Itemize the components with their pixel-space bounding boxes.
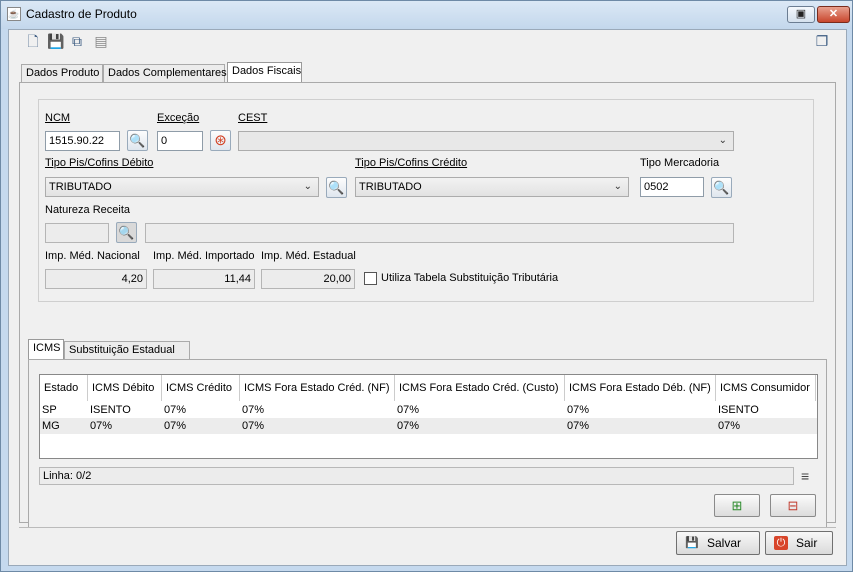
search-icon: 🔍 (713, 180, 730, 195)
client-area: 🗋 💾 ⧉ ▤ ❐ Dados Produto Dados Complement… (8, 29, 847, 566)
exit-button-label: Sair (796, 536, 818, 550)
notes-icon[interactable]: ▤ (93, 33, 109, 49)
column-header-fora-estado-deb-nf[interactable]: ICMS Fora Estado Déb. (NF) (565, 375, 716, 401)
table-row[interactable]: MG 07% 07% 07% 07% 07% 07% (40, 418, 817, 434)
chevron-down-icon: ⌄ (303, 181, 312, 192)
tab-dados-complementares[interactable]: Dados Complementares (103, 64, 227, 82)
close-icon: ✕ (828, 8, 839, 20)
cest-label: CEST (238, 112, 268, 124)
substituicao-label: Utiliza Tabela Substituição Tributária (381, 272, 559, 284)
lifebuoy-icon: ⊛ (214, 132, 227, 149)
window-title: Cadastro de Produto (26, 7, 137, 21)
remove-row-icon: ⊟ (787, 498, 799, 513)
tipo-mercadoria-input[interactable]: 0502 (640, 177, 704, 197)
column-header-icms-credito[interactable]: ICMS Crédito (162, 375, 240, 401)
table-cell: 07% (164, 420, 187, 432)
row-status: Linha: 0/2 (39, 467, 794, 485)
excecao-input[interactable]: 0 (157, 131, 203, 151)
pis-credito-select[interactable]: TRIBUTADO ⌄ (355, 177, 629, 197)
restore-icon: ▣ (795, 8, 807, 20)
pis-credito-label: Tipo Pis/Cofins Crédito (355, 157, 468, 169)
excecao-label: Exceção (157, 112, 200, 124)
tab-icms[interactable]: ICMS (28, 339, 64, 360)
table-cell: 07% (567, 404, 590, 416)
column-header-fora-estado-cred-custo[interactable]: ICMS Fora Estado Créd. (Custo) (395, 375, 565, 401)
tipo-mercadoria-search-button[interactable]: 🔍 (711, 177, 732, 198)
natureza-receita-description-input[interactable] (145, 223, 734, 243)
save-icon[interactable]: 💾 (47, 33, 64, 49)
imp-estadual-input[interactable]: 20,00 (261, 269, 355, 289)
ncm-search-button[interactable]: 🔍 (127, 130, 148, 151)
restore-button[interactable]: ▣ (787, 6, 815, 23)
column-header-fora-estado-cred-nf[interactable]: ICMS Fora Estado Créd. (NF) (240, 375, 395, 401)
chevron-down-icon: ⌄ (613, 181, 622, 192)
table-cell: 07% (90, 420, 113, 432)
column-header-estado[interactable]: Estado (40, 375, 88, 401)
tab-dados-produto[interactable]: Dados Produto (21, 64, 103, 82)
close-button[interactable]: ✕ (817, 6, 850, 23)
chevron-down-icon: ⌄ (718, 135, 727, 146)
natureza-receita-code-input[interactable] (45, 223, 109, 243)
column-header-icms-debito[interactable]: ICMS Débito (88, 375, 162, 401)
dados-fiscais-panel: NCM Exceção CEST 1515.90.22 🔍 0 ⊛ ⌄ Tipo… (19, 82, 836, 528)
table-cell: 07% (164, 404, 187, 416)
window-cascade-icon[interactable]: ❐ (814, 33, 830, 49)
add-row-icon: ⊞ (731, 498, 743, 513)
icms-panel: Estado ICMS Débito ICMS Crédito ICMS For… (28, 359, 827, 528)
pis-credito-value: TRIBUTADO (359, 181, 422, 193)
table-cell: ISENTO (718, 404, 759, 416)
main-window: ☕ Cadastro de Produto ▣ ✕ 🗋 💾 ⧉ ▤ ❐ Dado… (0, 0, 853, 572)
icms-table[interactable]: Estado ICMS Débito ICMS Crédito ICMS For… (39, 374, 818, 459)
column-header-icms-consumidor[interactable]: ICMS Consumidor (716, 375, 816, 401)
save-icon: 💾 (685, 537, 699, 549)
table-cell: SP (42, 404, 57, 416)
add-row-button[interactable]: ⊞ (714, 494, 760, 517)
pis-debito-search-button[interactable]: 🔍 (326, 177, 347, 198)
fiscal-fields-group: NCM Exceção CEST 1515.90.22 🔍 0 ⊛ ⌄ Tipo… (38, 99, 814, 302)
pis-debito-value: TRIBUTADO (49, 181, 112, 193)
ncm-input[interactable]: 1515.90.22 (45, 131, 120, 151)
save-button-label: Salvar (707, 536, 742, 550)
imp-importado-input[interactable]: 11,44 (153, 269, 255, 289)
imp-nacional-label: Imp. Méd. Nacional (45, 250, 140, 262)
pis-debito-select[interactable]: TRIBUTADO ⌄ (45, 177, 319, 197)
save-button[interactable]: 💾 Salvar (676, 531, 760, 555)
footer-bar: 💾 Salvar ⏻ Sair (19, 527, 836, 560)
substituicao-checkbox[interactable] (364, 272, 377, 285)
table-cell: MG (42, 420, 60, 432)
table-row[interactable]: SP ISENTO 07% 07% 07% 07% ISENTO (40, 402, 817, 418)
imp-importado-label: Imp. Méd. Importado (153, 250, 255, 262)
table-cell: ISENTO (90, 404, 131, 416)
ncm-label: NCM (45, 112, 71, 124)
tab-dados-fiscais[interactable]: Dados Fiscais (227, 62, 302, 83)
exit-button[interactable]: ⏻ Sair (765, 531, 833, 555)
table-cell: 07% (242, 404, 265, 416)
imp-nacional-input[interactable]: 4,20 (45, 269, 147, 289)
imp-estadual-label: Imp. Méd. Estadual (261, 250, 356, 262)
table-cell: 07% (567, 420, 590, 432)
natureza-receita-label: Natureza Receita (45, 204, 130, 216)
title-bar[interactable]: ☕ Cadastro de Produto ▣ ✕ (1, 1, 852, 29)
excecao-help-button[interactable]: ⊛ (210, 130, 231, 151)
copy-icon[interactable]: ⧉ (69, 33, 85, 49)
table-cell: 07% (397, 404, 420, 416)
power-icon: ⏻ (774, 536, 788, 550)
search-icon: 🔍 (129, 133, 146, 148)
tipo-mercadoria-label: Tipo Mercadoria (640, 157, 720, 169)
java-app-icon: ☕ (7, 7, 21, 21)
table-cell: 07% (242, 420, 265, 432)
table-cell: 07% (397, 420, 420, 432)
cest-select[interactable]: ⌄ (238, 131, 734, 151)
new-document-icon[interactable]: 🗋 (25, 33, 41, 49)
remove-row-button[interactable]: ⊟ (770, 494, 816, 517)
table-cell: 07% (718, 420, 741, 432)
search-icon: 🔍 (328, 180, 345, 195)
tab-substituicao-estadual[interactable]: Substituição Estadual (64, 341, 190, 359)
search-icon: 🔍 (118, 225, 135, 240)
pis-debito-label: Tipo Pis/Cofins Débito (45, 157, 154, 169)
natureza-receita-search-button[interactable]: 🔍 (116, 222, 137, 243)
hamburger-menu-icon[interactable]: ≡ (801, 468, 809, 484)
